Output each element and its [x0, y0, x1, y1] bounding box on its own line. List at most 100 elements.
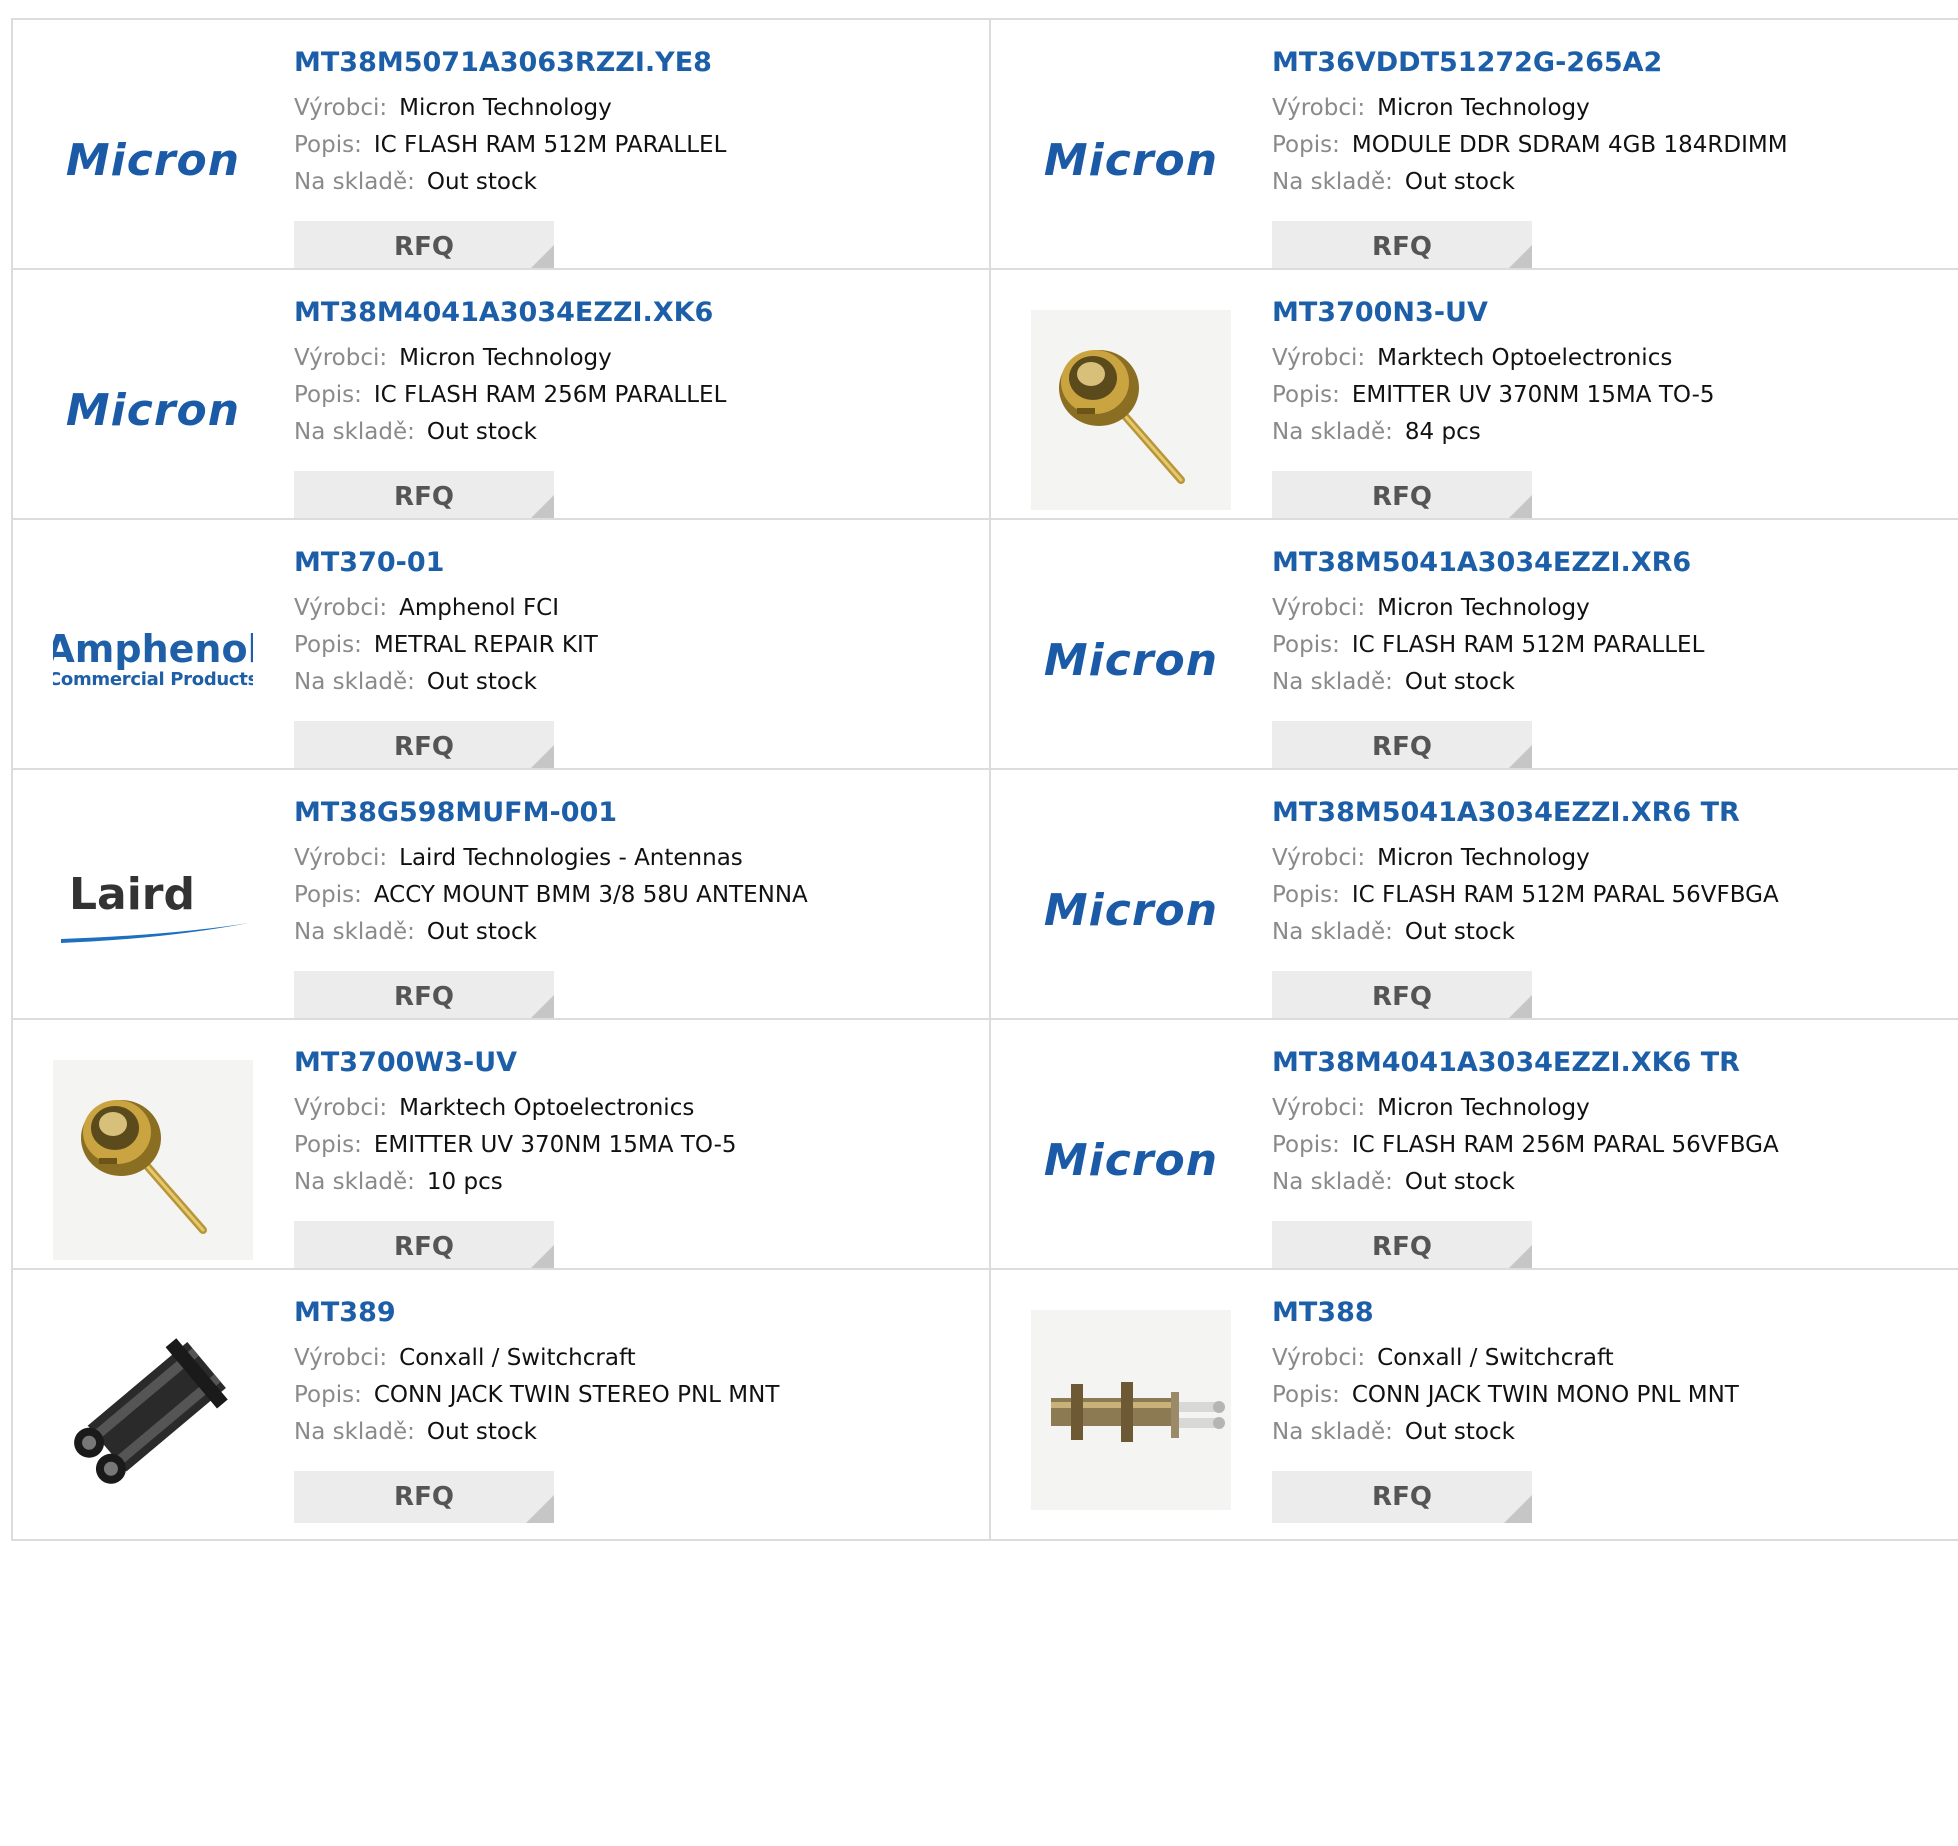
rfq-label: RFQ: [1372, 482, 1432, 512]
rfq-button[interactable]: RFQ: [1272, 1471, 1532, 1523]
manufacturer-row: Výrobci: Micron Technology: [1272, 1090, 1958, 1127]
rfq-label: RFQ: [1372, 732, 1432, 762]
description-label: Popis:: [1272, 632, 1340, 658]
stock-label: Na skladě:: [294, 1169, 415, 1195]
micron-logo-text: Micron: [1043, 884, 1219, 936]
manufacturer-label: Výrobci:: [1272, 845, 1366, 871]
description-label: Popis:: [294, 882, 362, 908]
rfq-button[interactable]: RFQ: [294, 971, 554, 1023]
product-image[interactable]: [53, 1310, 253, 1510]
rfq-label: RFQ: [394, 1482, 454, 1512]
manufacturer-label: Výrobci:: [1272, 595, 1366, 621]
rfq-label: RFQ: [394, 732, 454, 762]
stock-label: Na skladě:: [1272, 669, 1393, 695]
rfq-label: RFQ: [394, 982, 454, 1012]
part-number-link[interactable]: MT38M4041A3034EZZI.XK6 TR: [1272, 1046, 1958, 1080]
stock-row: Na skladě: Out stock: [294, 664, 979, 701]
manufacturer-value: Conxall / Switchcraft: [399, 1345, 636, 1371]
part-number-link[interactable]: MT3700N3-UV: [1272, 296, 1958, 330]
amphenol-logo: Amphenol Commercial Products: [53, 629, 253, 691]
manufacturer-value: Marktech Optoelectronics: [1377, 345, 1673, 371]
product-image[interactable]: Laird: [53, 810, 253, 1010]
manufacturer-row: Výrobci: Micron Technology: [294, 340, 979, 377]
description-row: Popis: IC FLASH RAM 512M PARALLEL: [294, 127, 979, 164]
description-label: Popis:: [1272, 882, 1340, 908]
manufacturer-row: Výrobci: Conxall / Switchcraft: [1272, 1340, 1958, 1377]
product-info: MT38M5041A3034EZZI.XR6 TR Výrobci: Micron…: [1272, 796, 1958, 951]
description-value: MODULE DDR SDRAM 4GB 184RDIMM: [1351, 132, 1788, 158]
rfq-button[interactable]: RFQ: [294, 1471, 554, 1523]
product-image[interactable]: Micron: [1031, 60, 1231, 260]
rfq-button[interactable]: RFQ: [294, 471, 554, 523]
manufacturer-value: Amphenol FCI: [399, 595, 560, 621]
description-label: Popis:: [1272, 1382, 1340, 1408]
product-info: MT388 Výrobci: Conxall / Switchcraft Popi…: [1272, 1296, 1958, 1451]
part-number-link[interactable]: MT388: [1272, 1296, 1958, 1330]
part-number-link[interactable]: MT38M5041A3034EZZI.XR6: [1272, 546, 1958, 580]
stock-value: 10 pcs: [426, 1169, 503, 1195]
product-image[interactable]: [1031, 1310, 1231, 1510]
manufacturer-row: Výrobci: Laird Technologies - Antennas: [294, 840, 979, 877]
stock-label: Na skladě:: [1272, 419, 1393, 445]
part-number-link[interactable]: MT38G598MUFM-001: [294, 796, 979, 830]
part-number-link[interactable]: MT38M5071A3063RZZI.YE8: [294, 46, 979, 80]
product-row: Laird MT38G598MUFM-001 Výrobci: Laird Tec…: [11, 768, 1958, 1041]
part-number-link[interactable]: MT36VDDT51272G-265A2: [1272, 46, 1958, 80]
product-image[interactable]: Micron: [53, 310, 253, 510]
micron-logo-text: Micron: [1043, 634, 1219, 686]
micron-logo-text: Micron: [65, 384, 241, 436]
product-image[interactable]: [1031, 310, 1231, 510]
product-image[interactable]: Micron: [1031, 810, 1231, 1010]
product-info: MT3700N3-UV Výrobci: Marktech Optoelectro…: [1272, 296, 1958, 451]
description-label: Popis:: [294, 632, 362, 658]
product-info: MT38M5041A3034EZZI.XR6 Výrobci: Micron Te…: [1272, 546, 1958, 701]
rfq-button[interactable]: RFQ: [1272, 721, 1532, 773]
stock-value: Out stock: [426, 419, 537, 445]
product-image[interactable]: Amphenol Commercial Products: [53, 560, 253, 760]
description-row: Popis: IC FLASH RAM 512M PARALLEL: [1272, 627, 1958, 664]
part-number-link[interactable]: MT370-01: [294, 546, 979, 580]
rfq-button[interactable]: RFQ: [1272, 971, 1532, 1023]
product-image[interactable]: Micron: [53, 60, 253, 260]
stock-value: 84 pcs: [1404, 419, 1481, 445]
part-number-link[interactable]: MT389: [294, 1296, 979, 1330]
part-number-link[interactable]: MT38M4041A3034EZZI.XK6: [294, 296, 979, 330]
manufacturer-label: Výrobci:: [294, 845, 388, 871]
rfq-button[interactable]: RFQ: [294, 721, 554, 773]
product-card: MT3700N3-UV Výrobci: Marktech Optoelectro…: [991, 270, 1958, 539]
micron-logo: Micron: [66, 385, 240, 436]
part-number-link[interactable]: MT3700W3-UV: [294, 1046, 979, 1080]
stock-label: Na skladě:: [294, 169, 415, 195]
stock-value: Out stock: [1404, 1169, 1515, 1195]
manufacturer-label: Výrobci:: [1272, 1095, 1366, 1121]
manufacturer-label: Výrobci:: [294, 1345, 388, 1371]
amphenol-logo-title: Amphenol: [53, 627, 253, 671]
stock-label: Na skladě:: [294, 919, 415, 945]
rfq-button[interactable]: RFQ: [294, 221, 554, 273]
stock-value: Out stock: [1404, 169, 1515, 195]
corner-triangle-icon: [526, 1495, 554, 1523]
manufacturer-label: Výrobci:: [294, 1095, 388, 1121]
stock-row: Na skladě: Out stock: [1272, 914, 1958, 951]
rfq-button[interactable]: RFQ: [1272, 471, 1532, 523]
manufacturer-row: Výrobci: Micron Technology: [294, 90, 979, 127]
part-number-link[interactable]: MT38M5041A3034EZZI.XR6 TR: [1272, 796, 1958, 830]
product-row: MT389 Výrobci: Conxall / Switchcraft Popi…: [11, 1268, 1958, 1541]
product-info: MT38G598MUFM-001 Výrobci: Laird Technolog…: [294, 796, 979, 951]
manufacturer-value: Micron Technology: [1377, 1095, 1590, 1121]
rfq-button[interactable]: RFQ: [1272, 221, 1532, 273]
description-value: CONN JACK TWIN MONO PNL MNT: [1351, 1382, 1739, 1408]
product-card: Laird MT38G598MUFM-001 Výrobci: Laird Tec…: [13, 770, 991, 1039]
description-label: Popis:: [294, 382, 362, 408]
stock-label: Na skladě:: [1272, 169, 1393, 195]
manufacturer-value: Marktech Optoelectronics: [399, 1095, 695, 1121]
product-image[interactable]: Micron: [1031, 560, 1231, 760]
rfq-button[interactable]: RFQ: [1272, 1221, 1532, 1273]
description-row: Popis: CONN JACK TWIN MONO PNL MNT: [1272, 1377, 1958, 1414]
product-image[interactable]: Micron: [1031, 1060, 1231, 1260]
rfq-button[interactable]: RFQ: [294, 1221, 554, 1273]
product-image[interactable]: [53, 1060, 253, 1260]
description-row: Popis: EMITTER UV 370NM 15MA TO-5: [294, 1127, 979, 1164]
manufacturer-label: Výrobci:: [294, 595, 388, 621]
stock-value: Out stock: [1404, 1419, 1515, 1445]
